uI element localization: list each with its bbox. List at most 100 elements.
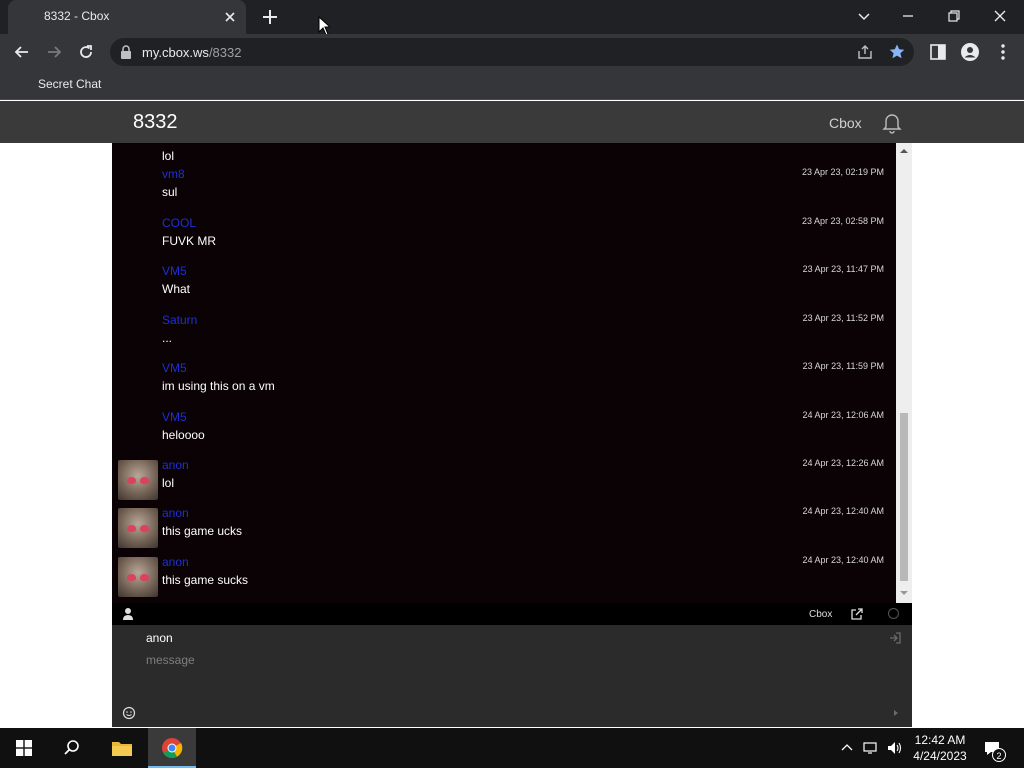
message-text: What [162, 282, 191, 296]
message-text: ... [162, 331, 173, 345]
message-time: 23 Apr 23, 02:19 PM [801, 167, 884, 177]
volume-icon[interactable] [886, 739, 904, 757]
clock-date: 4/24/2023 [913, 749, 967, 763]
message-time: 23 Apr 23, 02:58 PM [801, 216, 884, 226]
new-tab-icon[interactable] [260, 7, 280, 27]
message-text: sul [162, 185, 178, 199]
name-field[interactable] [146, 631, 846, 645]
taskbar-chrome[interactable] [148, 728, 196, 768]
tab-search-icon[interactable] [854, 6, 874, 26]
bell-icon[interactable] [880, 110, 904, 134]
message-item: anon lol 24 Apr 23, 12:26 AM [112, 456, 896, 504]
url-text[interactable]: my.cbox.ws/8332 [142, 45, 241, 60]
chat-scrollbar[interactable] [896, 143, 912, 603]
side-panel-icon[interactable] [928, 42, 948, 62]
message-time: 23 Apr 23, 11:47 PM [802, 264, 884, 274]
avatar[interactable] [118, 508, 158, 548]
windows-taskbar: 12:42 AM 4/24/2023 2 [0, 728, 1024, 768]
chrome-icon [162, 738, 183, 759]
message-author[interactable]: anon [162, 506, 189, 520]
profile-icon[interactable] [960, 42, 980, 62]
chat-toolbar: Cbox [112, 603, 912, 625]
message-author[interactable]: anon [162, 555, 189, 569]
url-host: my.cbox.ws [142, 45, 209, 60]
message-text: heloooo [162, 428, 205, 442]
message-item: anon this game sucks 24 Apr 23, 12:40 AM [112, 553, 896, 601]
message-item: VM5 What 23 Apr 23, 11:47 PM [112, 262, 896, 310]
message-text: this game ucks [162, 524, 243, 538]
message-item: VM5 im using this on a vm 23 Apr 23, 11:… [112, 359, 896, 407]
share-icon[interactable] [856, 43, 874, 61]
page-title: 8332 [133, 111, 178, 133]
login-icon[interactable] [888, 631, 902, 645]
connection-status-icon [888, 608, 899, 619]
message-author[interactable]: vm8 [162, 167, 185, 181]
forward-icon[interactable] [44, 42, 64, 62]
message-author[interactable]: Saturn [162, 313, 197, 327]
message-author[interactable]: VM5 [162, 264, 187, 278]
clock-time: 12:42 AM [914, 733, 966, 747]
browser-tab[interactable]: 8332 - Cbox [8, 0, 246, 34]
windows-start-icon[interactable] [16, 740, 32, 756]
message-time: 24 Apr 23, 12:06 AM [802, 410, 884, 420]
compose-area [112, 625, 912, 727]
scroll-down-icon[interactable] [900, 589, 908, 597]
reload-icon[interactable] [76, 42, 96, 62]
minimize-icon[interactable] [898, 6, 918, 26]
lock-icon[interactable] [120, 45, 132, 59]
message-text: this game sucks [162, 573, 249, 587]
cbox-brand-link[interactable]: Cbox [829, 115, 862, 131]
bookmark-star-icon[interactable] [888, 43, 906, 61]
chat-messages: lol vm8 sul 23 Apr 23, 02:19 PM COOL FUV… [112, 143, 912, 603]
taskbar-clock[interactable]: 12:42 AM 4/24/2023 [905, 732, 975, 764]
restore-icon[interactable] [944, 6, 964, 26]
folder-icon [112, 742, 132, 756]
message-time: 24 Apr 23, 12:40 AM [802, 555, 884, 565]
scroll-thumb[interactable] [900, 413, 908, 581]
message-time: 23 Apr 23, 11:59 PM [802, 361, 884, 371]
avatar[interactable] [118, 460, 158, 500]
message-item: Saturn ... 23 Apr 23, 11:52 PM [112, 311, 896, 359]
external-link-icon[interactable] [850, 607, 864, 621]
message-text: FUVK MR [162, 234, 216, 248]
avatar[interactable] [118, 557, 158, 597]
mouse-cursor-icon [318, 16, 330, 36]
cbox-link[interactable]: Cbox [809, 609, 832, 620]
menu-kebab-icon[interactable] [993, 42, 1013, 62]
scroll-up-icon[interactable] [900, 147, 908, 155]
back-icon[interactable] [12, 42, 32, 62]
message-author[interactable]: VM5 [162, 361, 187, 375]
message-time: 24 Apr 23, 12:40 AM [802, 506, 884, 516]
page-header: 8332 Cbox [0, 101, 1024, 143]
message-item: anon this game ucks 24 Apr 23, 12:40 AM [112, 504, 896, 552]
message-author[interactable]: VM5 [162, 410, 187, 424]
message-text: lol [162, 476, 175, 490]
message-text: im using this on a vm [162, 379, 275, 393]
message-item: COOL FUVK MR 23 Apr 23, 02:58 PM [112, 214, 896, 262]
message-item: vm8 sul 23 Apr 23, 02:19 PM [112, 165, 896, 213]
browser-tab-strip: 8332 - Cbox [0, 0, 1024, 36]
emoji-icon[interactable] [122, 706, 136, 720]
search-icon[interactable] [63, 739, 81, 757]
message-text: lol [162, 149, 175, 163]
browser-toolbar: my.cbox.ws/8332 [0, 34, 1024, 70]
bookmark-secret-chat[interactable]: Secret Chat [38, 77, 101, 91]
notification-count-badge: 2 [992, 748, 1006, 762]
message-item: VM5 heloooo 24 Apr 23, 12:06 AM [112, 408, 896, 456]
close-window-icon[interactable] [990, 6, 1010, 26]
message-time: 23 Apr 23, 11:52 PM [802, 313, 884, 323]
chevron-up-icon[interactable] [838, 739, 856, 757]
user-icon[interactable] [122, 607, 134, 621]
message-author[interactable]: COOL [162, 216, 196, 230]
bookmarks-bar: Secret Chat [0, 70, 1024, 100]
address-bar[interactable]: my.cbox.ws/8332 [110, 38, 914, 66]
close-tab-icon[interactable] [222, 9, 238, 25]
message-time: 24 Apr 23, 12:26 AM [802, 458, 884, 468]
url-path: /8332 [208, 45, 242, 60]
send-icon[interactable] [892, 709, 900, 717]
message-input[interactable] [146, 653, 886, 713]
message-author[interactable]: anon [162, 458, 189, 472]
taskbar-file-explorer[interactable] [98, 728, 146, 768]
network-icon[interactable] [862, 739, 880, 757]
tab-title: 8332 - Cbox [44, 9, 110, 23]
